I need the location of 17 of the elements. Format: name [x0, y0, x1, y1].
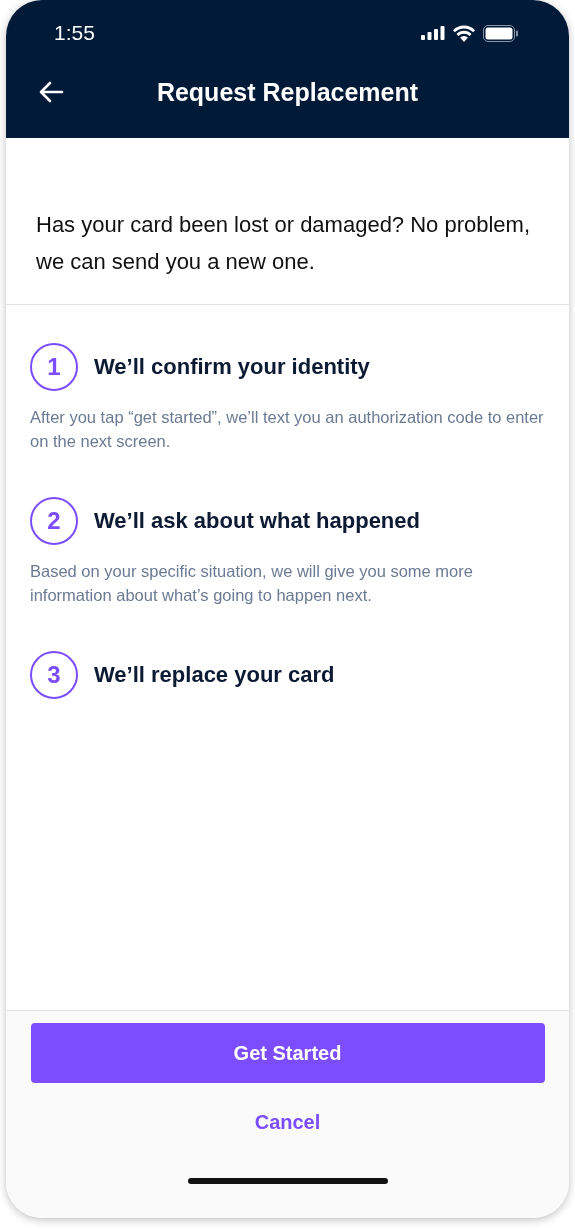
- cancel-button[interactable]: Cancel: [242, 1103, 333, 1142]
- intro-text: Has your card been lost or damaged? No problem, we can send you a new one.: [6, 138, 569, 305]
- step-number: 3: [30, 651, 78, 699]
- step-number: 1: [30, 343, 78, 391]
- battery-icon: [483, 24, 519, 42]
- screen-title: Request Replacement: [156, 77, 419, 107]
- step-title: We’ll ask about what happened: [94, 508, 420, 534]
- wifi-icon: [452, 24, 476, 42]
- step-description: After you tap “get started”, we’ll text you an authorization code to enter on the next screen.: [30, 407, 545, 452]
- step-title: We’ll replace your card: [94, 662, 335, 688]
- status-time: 1:55: [54, 21, 95, 45]
- back-arrow-icon: [38, 81, 64, 103]
- get-started-button[interactable]: Get Started: [30, 1023, 545, 1083]
- step-title: We’ll confirm your identity: [94, 354, 370, 380]
- step-description: Based on your specific situation, we will give you some more information about what’s going to happen next.: [30, 561, 474, 606]
- signal-icon: [421, 26, 445, 40]
- step-number: 2: [30, 497, 78, 545]
